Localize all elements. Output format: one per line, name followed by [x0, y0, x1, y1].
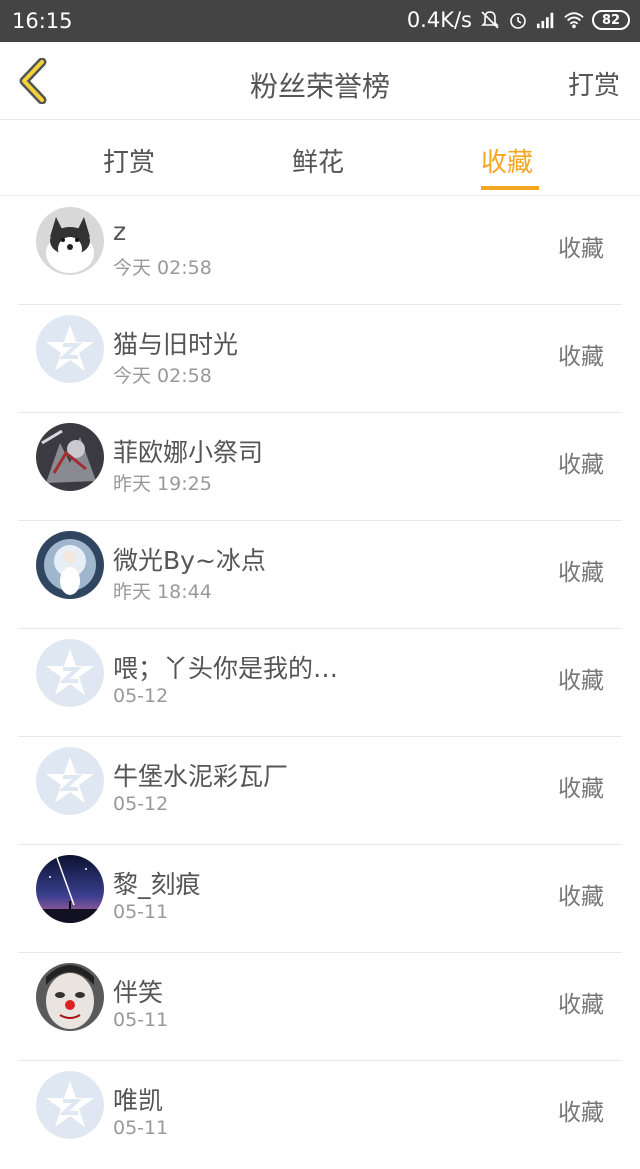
fan-name: 微光By~冰点 [113, 546, 266, 575]
list-item[interactable]: 菲欧娜小祭司 昨天 19:25 收藏 [0, 413, 640, 521]
signal-icon [536, 12, 554, 29]
avatar [36, 855, 104, 923]
avatar [36, 207, 104, 275]
alarm-icon [510, 13, 526, 29]
status-bar: 16:15 0.4K/s 82 [0, 0, 640, 42]
tab-bar: 打赏 鲜花 收藏 [0, 120, 640, 196]
wifi-icon [564, 12, 584, 29]
avatar [36, 531, 104, 599]
fan-time: 05-12 [113, 793, 169, 815]
list-item[interactable]: 伴笑 05-11 收藏 [0, 953, 640, 1061]
fan-action: 收藏 [558, 776, 604, 802]
fan-action: 收藏 [558, 452, 604, 478]
avatar [36, 423, 104, 491]
fan-action: 收藏 [558, 560, 604, 586]
reward-button[interactable]: 打赏 [568, 65, 620, 102]
default-avatar-icon [36, 315, 104, 383]
network-speed: 0.4K/s [406, 8, 472, 32]
list-item[interactable]: 牛堡水泥彩瓦厂 05-12 收藏 [0, 737, 640, 845]
status-right: 0.4K/s 82 [407, 8, 630, 32]
fan-time: 昨天 18:44 [113, 581, 212, 603]
page-title: 粉丝荣誉榜 [249, 70, 390, 103]
fan-name: 黎_刻痕 [113, 870, 201, 899]
fan-action: 收藏 [558, 1100, 604, 1126]
fan-time: 昨天 19:25 [113, 473, 212, 495]
list-item[interactable]: 唯凯 05-11 收藏 [0, 1061, 640, 1169]
list-item[interactable]: 黎_刻痕 05-11 收藏 [0, 845, 640, 953]
fan-list: z 今天 02:58 收藏 猫与旧时光 今天 02:58 收藏 菲欧娜小祭司 昨… [0, 197, 640, 1169]
battery-icon: 82 [592, 10, 630, 30]
fan-name: 唯凯 [113, 1086, 164, 1115]
fan-action: 收藏 [558, 236, 604, 262]
list-item[interactable]: z 今天 02:58 收藏 [0, 197, 640, 305]
fan-name: 牛堡水泥彩瓦厂 [113, 762, 289, 791]
fan-action: 收藏 [558, 884, 604, 910]
avatar [36, 963, 104, 1031]
fan-name: z [113, 217, 127, 246]
fan-time: 05-11 [113, 1117, 169, 1139]
active-tab-indicator [481, 186, 539, 190]
default-avatar-icon [36, 1071, 104, 1139]
fan-time: 05-11 [113, 901, 169, 923]
list-item[interactable]: 猫与旧时光 今天 02:58 收藏 [0, 305, 640, 413]
fan-name: 伴笑 [113, 978, 164, 1007]
fan-action: 收藏 [558, 992, 604, 1018]
fan-name: 喂；丫头你是我的… [113, 654, 339, 683]
app-header: 粉丝荣誉榜 打赏 [0, 42, 640, 120]
fan-time: 05-12 [113, 685, 169, 707]
tab-reward[interactable]: 打赏 [103, 142, 155, 179]
fan-action: 收藏 [558, 344, 604, 370]
fan-action: 收藏 [558, 668, 604, 694]
default-avatar-icon [36, 747, 104, 815]
list-item[interactable]: 喂；丫头你是我的… 05-12 收藏 [0, 629, 640, 737]
fan-name: 猫与旧时光 [113, 330, 239, 359]
status-time: 16:15 [12, 9, 73, 33]
fan-time: 今天 02:58 [113, 257, 212, 279]
list-item[interactable]: 微光By~冰点 昨天 18:44 收藏 [0, 521, 640, 629]
tab-flowers[interactable]: 鲜花 [292, 142, 344, 179]
fan-time: 今天 02:58 [113, 365, 212, 387]
tab-favorites[interactable]: 收藏 [481, 142, 533, 179]
default-avatar-icon [36, 639, 104, 707]
fan-name: 菲欧娜小祭司 [113, 438, 264, 467]
mute-bell-icon [481, 11, 499, 29]
fan-time: 05-11 [113, 1009, 169, 1031]
